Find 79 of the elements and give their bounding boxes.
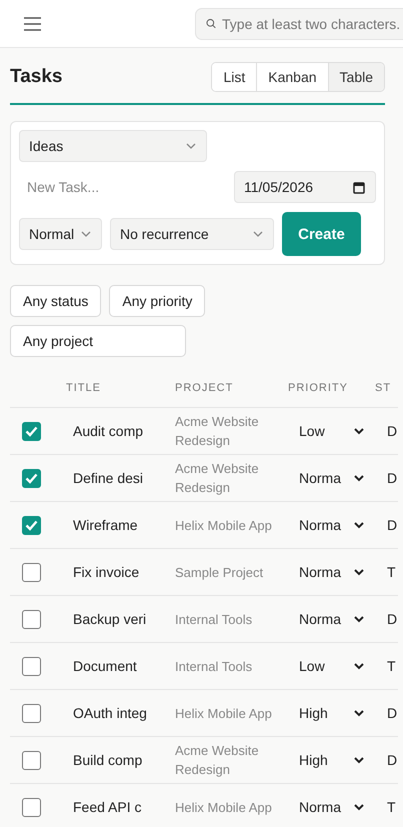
status-text: D [386, 705, 398, 721]
page-title: Tasks [10, 66, 62, 88]
column-header: ST [375, 382, 392, 394]
checkbox[interactable] [22, 704, 41, 722]
search-field[interactable]: Type at least two characters. [195, 8, 403, 40]
status-text: T [386, 799, 397, 815]
checkbox[interactable] [22, 610, 41, 628]
status-text: T [386, 658, 397, 674]
check-icon [25, 426, 38, 436]
due-date-field[interactable]: 11/05/2026 [234, 171, 376, 203]
task-title: Fix invoice [72, 564, 140, 580]
filter-button[interactable]: Any project [10, 325, 186, 357]
task-title: Audit comp [72, 423, 144, 439]
chevron-icon [81, 231, 91, 237]
project-name: Acme Website Redesign [175, 413, 260, 450]
chevron-icon [186, 143, 196, 149]
checkbox[interactable] [22, 798, 41, 816]
chevron-icon [253, 231, 263, 237]
task-title: Wireframe [72, 517, 139, 533]
filter-button[interactable]: Any status [10, 285, 102, 317]
project-name: Acme Website Redesign [175, 460, 260, 497]
checkbox[interactable] [22, 422, 41, 440]
priority-dropdown[interactable]: Norma [288, 470, 364, 486]
recurrence-select[interactable]: No recurrence [110, 218, 274, 250]
filter-button[interactable]: Any priority [109, 285, 206, 317]
priority-dropdown[interactable]: Low [288, 658, 364, 674]
column-header: PRIORITY [288, 382, 349, 394]
chevron-icon [354, 568, 364, 576]
status-text: D [386, 611, 398, 627]
task-title: Document [72, 658, 138, 674]
chevron-icon [354, 616, 364, 622]
chevron-icon [354, 522, 364, 528]
project-name: Helix Mobile App [175, 798, 273, 816]
check-icon [25, 520, 38, 530]
project-name: Internal Tools [175, 658, 254, 676]
calendar-icon [353, 180, 365, 194]
priority-dropdown[interactable]: Low [288, 423, 364, 439]
chevron-icon [354, 428, 364, 434]
priority-select[interactable]: Normal [19, 218, 102, 250]
project-name: Acme Website Redesign [175, 742, 260, 779]
project-name: Internal Tools [175, 610, 254, 628]
column-header: TITLE [66, 382, 102, 394]
checkbox[interactable] [22, 516, 41, 534]
task-title: Define desi [72, 470, 144, 486]
priority-dropdown[interactable]: Norma [288, 564, 364, 580]
priority-dropdown[interactable]: Norma [288, 611, 364, 627]
status-text: D [386, 423, 398, 439]
checkbox[interactable] [22, 750, 41, 770]
task-title: Feed API c [72, 799, 142, 815]
search-icon [206, 16, 216, 31]
task-title: Backup veri [72, 611, 148, 627]
task-title: OAuth integ [72, 705, 148, 721]
menu-icon[interactable] [24, 16, 41, 30]
priority-dropdown[interactable]: High [288, 705, 364, 721]
chevron-icon [354, 710, 364, 716]
status-text: D [386, 517, 398, 533]
priority-dropdown[interactable]: Norma [288, 517, 364, 533]
check-icon [25, 472, 38, 484]
priority-dropdown[interactable]: Norma [288, 799, 364, 815]
checkbox[interactable] [22, 656, 41, 676]
task-title-field[interactable]: New Task... [19, 179, 215, 195]
status-text: D [386, 752, 398, 768]
project-select[interactable]: Ideas [19, 130, 207, 162]
chevron-icon [354, 756, 364, 764]
create-button[interactable]: Create [282, 212, 361, 256]
chevron-icon [354, 474, 364, 482]
chevron-icon [354, 804, 364, 810]
chevron-icon [354, 662, 364, 670]
checkbox[interactable] [22, 562, 41, 582]
view-tab[interactable]: Table [328, 63, 384, 91]
project-name: Sample Project [175, 564, 264, 582]
column-header: PROJECT [175, 382, 234, 394]
task-title: Build comp [72, 752, 144, 768]
status-text: T [386, 564, 397, 580]
project-name: Helix Mobile App [175, 704, 273, 722]
status-text: D [386, 470, 398, 486]
priority-dropdown[interactable]: High [288, 752, 364, 768]
checkbox[interactable] [22, 468, 41, 488]
project-name: Helix Mobile App [175, 516, 273, 534]
